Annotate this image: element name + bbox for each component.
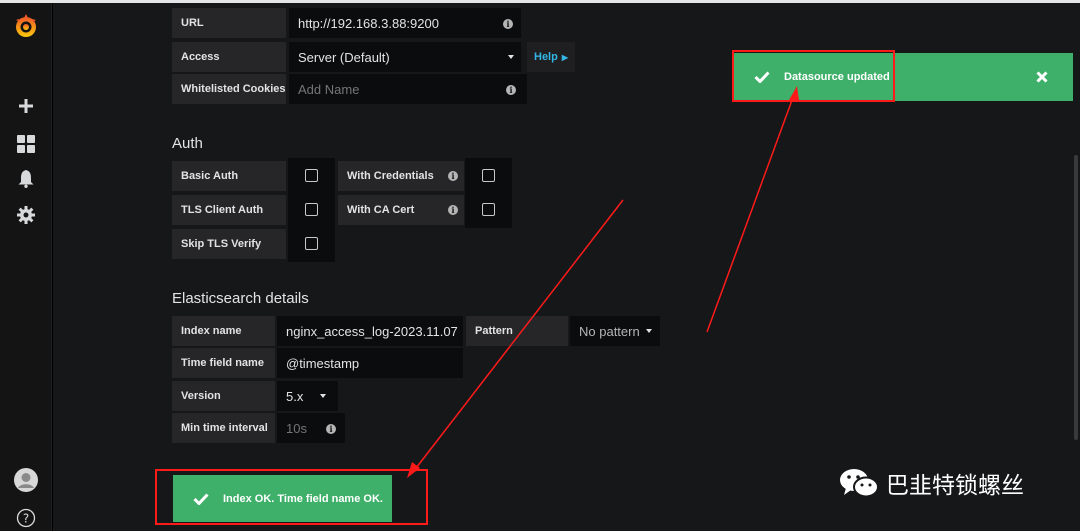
wechat-icon [840,469,879,498]
watermark-text: 巴韭特锁螺丝 [886,473,1024,499]
annotation-arrow-line [412,199,624,473]
watermark: 巴韭特锁螺丝 [838,464,1024,502]
annotation-arrowhead [789,86,799,100]
annotation-arrows [407,86,799,478]
annotation-arrow-line [706,91,796,333]
